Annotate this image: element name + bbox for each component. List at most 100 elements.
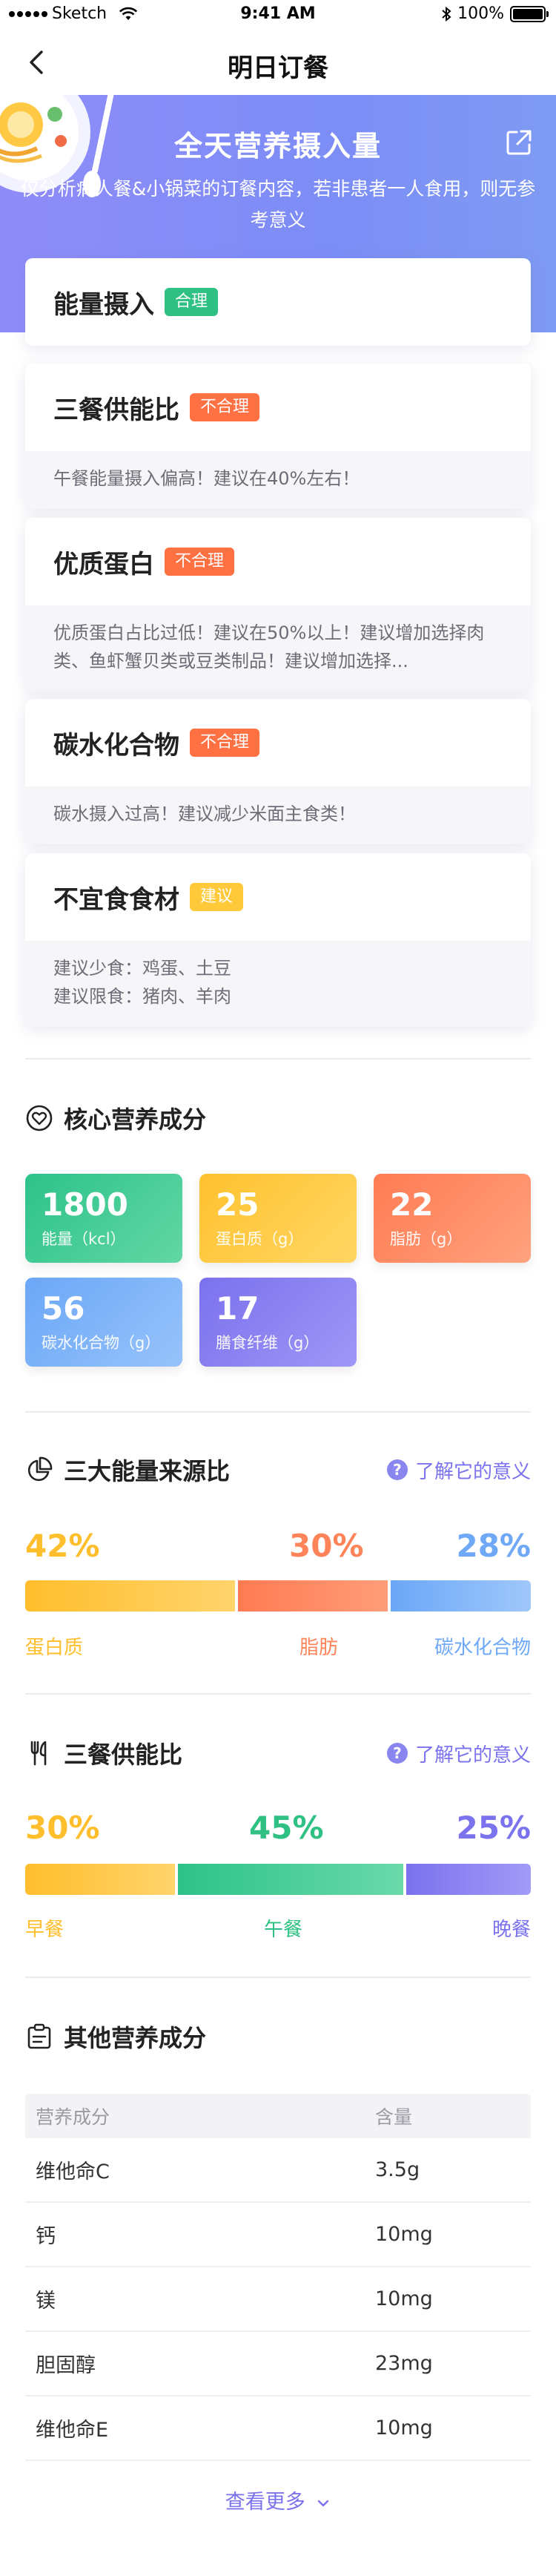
card-energy-intake[interactable]: 能量摄入 合理 xyxy=(25,258,531,346)
breakfast-segment xyxy=(25,1864,176,1895)
hero-title: 全天营养摄入量 xyxy=(173,130,382,162)
card-quality-protein[interactable]: 优质蛋白 不合理 优质蛋白占比过低！建议在50%以上！建议增加选择肉类、鱼虾蟹贝… xyxy=(25,518,531,691)
card-header: 优质蛋白 不合理 xyxy=(25,518,531,605)
lunch-percent: 45% xyxy=(249,1810,324,1846)
table-header: 营养成分 含量 xyxy=(25,2094,531,2138)
other-nutrients-header: 其他营养成分 xyxy=(25,2018,531,2055)
card-header: 能量摄入 合理 xyxy=(25,258,531,346)
page-title: 明日订餐 xyxy=(228,53,328,83)
nutrient-tile-fiber: 17 膳食纤维（g） xyxy=(199,1278,357,1367)
lunch-segment xyxy=(178,1864,403,1895)
nutrient-amount: 10mg xyxy=(375,2416,433,2439)
nutrient-name: 维他命C xyxy=(36,2161,110,2184)
carbohydrate-segment xyxy=(391,1580,531,1611)
question-icon: ? xyxy=(386,1459,408,1480)
card-title: 能量摄入 xyxy=(53,289,154,320)
card-title: 碳水化合物 xyxy=(53,730,179,760)
card-title: 不宜食食材 xyxy=(53,884,179,915)
view-more-button[interactable]: 查看更多 xyxy=(0,2485,556,2514)
table-row: 钙 10mg xyxy=(25,2203,531,2267)
section-title: 三大能量来源比 xyxy=(64,1457,231,1485)
table-row: 维他命E 10mg xyxy=(25,2396,531,2461)
battery-percent: 100% xyxy=(457,4,504,23)
share-icon[interactable] xyxy=(504,128,534,157)
nutrient-amount: 10mg xyxy=(375,2287,433,2310)
breakfast-label: 早餐 xyxy=(25,1919,64,1941)
protein-segment xyxy=(25,1580,236,1611)
lunch-label: 午餐 xyxy=(264,1919,303,1941)
meal-ratio-header: 三餐供能比 ? 了解它的意义 xyxy=(25,1735,531,1772)
advice-line: 建议少食：鸡蛋、土豆 xyxy=(53,958,231,979)
section-title: 其他营养成分 xyxy=(64,2024,207,2052)
tile-label: 膳食纤维（g） xyxy=(216,1334,320,1352)
card-header: 碳水化合物 不合理 xyxy=(25,699,531,786)
nutrient-name: 维他命E xyxy=(36,2419,109,2442)
card-advice: 午餐能量摄入偏高！建议在40%左右！ xyxy=(25,451,531,509)
heart-icon xyxy=(26,1105,53,1131)
nav-bar: 明日订餐 xyxy=(0,30,556,95)
advice-line: 午餐能量摄入偏高！建议在40%左右！ xyxy=(53,468,360,489)
section-divider xyxy=(25,1977,531,1978)
protein-percent: 42% xyxy=(25,1528,100,1564)
card-unsuitable-food[interactable]: 不宜食食材 建议 建议少食：鸡蛋、土豆 建议限食：猪肉、羊肉 xyxy=(25,853,531,1027)
protein-label: 蛋白质 xyxy=(25,1637,84,1659)
energy-ratio-bar xyxy=(25,1580,531,1611)
nutrient-tile-protein: 25 蛋白质（g） xyxy=(199,1174,357,1263)
table-row: 胆固醇 23mg xyxy=(25,2332,531,2396)
fat-percent: 30% xyxy=(289,1528,364,1564)
advice-line: 碳水摄入过高！建议减少米面主食类！ xyxy=(53,804,356,824)
table-row: 镁 10mg xyxy=(25,2267,531,2332)
clipboard-icon xyxy=(27,2023,51,2049)
status-badge: 不合理 xyxy=(190,729,260,757)
status-right: 100% xyxy=(441,4,549,23)
question-icon: ? xyxy=(386,1743,408,1764)
bluetooth-icon xyxy=(442,6,451,22)
section-divider xyxy=(25,1693,531,1695)
view-more-label: 查看更多 xyxy=(225,2491,305,2514)
nutrient-amount: 23mg xyxy=(375,2352,433,2375)
tile-label: 脂肪（g） xyxy=(390,1230,463,1248)
card-meal-energy-ratio[interactable]: 三餐供能比 不合理 午餐能量摄入偏高！建议在40%左右！ xyxy=(25,364,531,509)
status-badge: 不合理 xyxy=(165,548,235,576)
breakfast-percent: 30% xyxy=(25,1810,100,1846)
dinner-percent: 25% xyxy=(456,1810,531,1846)
advice-line: 建议限食：猪肉、羊肉 xyxy=(53,986,231,1007)
nutrient-name: 胆固醇 xyxy=(36,2354,96,2377)
learn-more-link[interactable]: ? 了解它的意义 xyxy=(386,1740,531,1767)
dinner-segment xyxy=(406,1864,531,1895)
advice-line: 优质蛋白占比过低！建议在50%以上！建议增加选择肉类、鱼虾蟹贝类或豆类制品！建议… xyxy=(53,622,485,671)
tile-label: 蛋白质（g） xyxy=(216,1230,304,1248)
card-carbohydrate[interactable]: 碳水化合物 不合理 碳水摄入过高！建议减少米面主食类！ xyxy=(25,699,531,844)
pie-chart-icon xyxy=(27,1456,53,1482)
fat-segment xyxy=(238,1580,388,1611)
learn-more-link[interactable]: ? 了解它的意义 xyxy=(386,1456,531,1484)
carbohydrate-label: 碳水化合物 xyxy=(434,1637,531,1659)
nutrient-tile-energy: 1800 能量（kcl） xyxy=(25,1174,182,1263)
section-divider xyxy=(25,1058,531,1059)
nutrient-amount: 3.5g xyxy=(375,2158,420,2181)
fat-label: 脂肪 xyxy=(299,1637,339,1659)
section-title: 核心营养成分 xyxy=(64,1105,207,1134)
section-divider xyxy=(25,1411,531,1413)
nutrient-tile-carbohydrate: 56 碳水化合物（g） xyxy=(25,1278,182,1367)
energy-ratio-header: 三大能量来源比 ? 了解它的意义 xyxy=(25,1451,531,1488)
learn-more-label: 了解它的意义 xyxy=(414,1744,531,1767)
nutrient-amount: 10mg xyxy=(375,2223,433,2246)
card-advice: 优质蛋白占比过低！建议在50%以上！建议增加选择肉类、鱼虾蟹贝类或豆类制品！建议… xyxy=(25,605,531,691)
card-title: 三餐供能比 xyxy=(53,395,179,425)
status-badge: 建议 xyxy=(190,883,244,911)
status-bar: Sketch 9:41 AM 100% xyxy=(0,0,556,30)
column-header-amount: 含量 xyxy=(375,2106,413,2128)
status-badge: 合理 xyxy=(165,288,219,316)
tile-value: 1800 xyxy=(42,1186,128,1223)
nutrient-name: 镁 xyxy=(36,2290,56,2313)
cutlery-icon xyxy=(30,1741,47,1766)
learn-more-label: 了解它的意义 xyxy=(414,1460,531,1483)
hero-description: 仅分析病人餐&小锅菜的订餐内容，若非患者一人食用，则无参考意义 xyxy=(20,178,536,231)
tile-label: 能量（kcl） xyxy=(42,1230,126,1248)
tile-value: 22 xyxy=(390,1186,434,1223)
card-title: 优质蛋白 xyxy=(53,549,154,579)
status-badge: 不合理 xyxy=(190,393,260,421)
card-header: 不宜食食材 建议 xyxy=(25,853,531,941)
section-title: 三餐供能比 xyxy=(64,1741,183,1769)
